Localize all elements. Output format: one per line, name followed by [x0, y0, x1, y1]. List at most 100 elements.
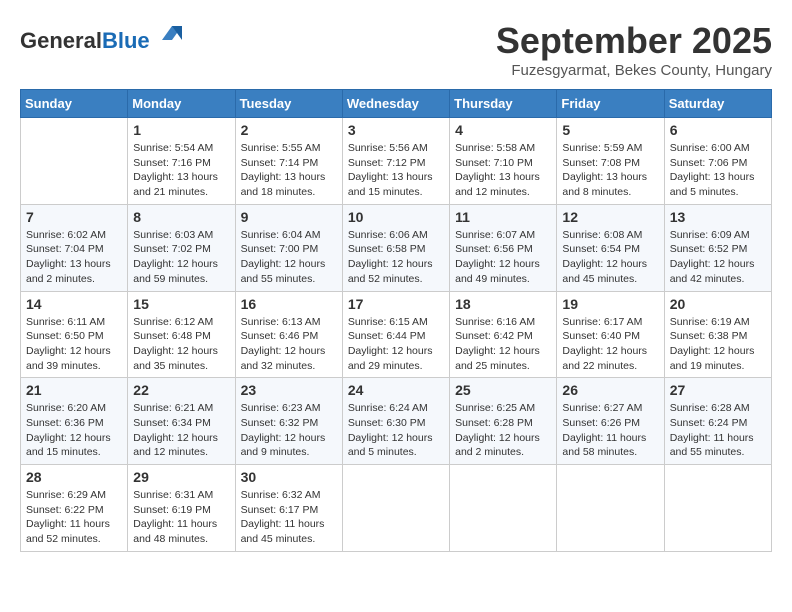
calendar-cell: [557, 465, 664, 552]
title-block: September 2025 Fuzesgyarmat, Bekes Count…: [496, 20, 772, 79]
calendar-cell: [664, 465, 771, 552]
day-info: Sunrise: 6:00 AMSunset: 7:06 PMDaylight:…: [670, 141, 766, 200]
logo-blue: Blue: [102, 28, 150, 53]
day-info: Sunrise: 6:13 AMSunset: 6:46 PMDaylight:…: [241, 315, 337, 374]
calendar-cell: 28 Sunrise: 6:29 AMSunset: 6:22 PMDayligh…: [21, 465, 128, 552]
calendar-cell: 10 Sunrise: 6:06 AMSunset: 6:58 PMDayligh…: [342, 204, 449, 291]
calendar-cell: 25 Sunrise: 6:25 AMSunset: 6:28 PMDayligh…: [450, 378, 557, 465]
day-number: 14: [26, 296, 122, 312]
day-info: Sunrise: 6:32 AMSunset: 6:17 PMDaylight:…: [241, 488, 337, 547]
page-header: GeneralBlue September 2025 Fuzesgyarmat,…: [20, 20, 772, 79]
day-info: Sunrise: 6:21 AMSunset: 6:34 PMDaylight:…: [133, 401, 229, 460]
day-number: 22: [133, 382, 229, 398]
day-info: Sunrise: 6:17 AMSunset: 6:40 PMDaylight:…: [562, 315, 658, 374]
header-wednesday: Wednesday: [342, 90, 449, 118]
day-info: Sunrise: 6:29 AMSunset: 6:22 PMDaylight:…: [26, 488, 122, 547]
day-number: 17: [348, 296, 444, 312]
day-number: 27: [670, 382, 766, 398]
day-info: Sunrise: 6:27 AMSunset: 6:26 PMDaylight:…: [562, 401, 658, 460]
day-info: Sunrise: 5:55 AMSunset: 7:14 PMDaylight:…: [241, 141, 337, 200]
logo-icon: [158, 20, 186, 48]
day-number: 16: [241, 296, 337, 312]
calendar-cell: 20 Sunrise: 6:19 AMSunset: 6:38 PMDayligh…: [664, 291, 771, 378]
calendar-cell: 6Sunrise: 6:00 AMSunset: 7:06 PMDaylight…: [664, 118, 771, 205]
calendar-cell: 24 Sunrise: 6:24 AMSunset: 6:30 PMDayligh…: [342, 378, 449, 465]
day-number: 3: [348, 122, 444, 138]
calendar-week-row: 14 Sunrise: 6:11 AMSunset: 6:50 PMDayligh…: [21, 291, 772, 378]
day-info: Sunrise: 6:03 AMSunset: 7:02 PMDaylight:…: [133, 228, 229, 287]
day-info: Sunrise: 5:54 AMSunset: 7:16 PMDaylight:…: [133, 141, 229, 200]
day-info: Sunrise: 6:02 AMSunset: 7:04 PMDaylight:…: [26, 228, 122, 287]
day-number: 25: [455, 382, 551, 398]
calendar-cell: 13Sunrise: 6:09 AMSunset: 6:52 PMDayligh…: [664, 204, 771, 291]
header-thursday: Thursday: [450, 90, 557, 118]
header-friday: Friday: [557, 90, 664, 118]
logo-general: General: [20, 28, 102, 53]
calendar-cell: [21, 118, 128, 205]
day-number: 21: [26, 382, 122, 398]
calendar-cell: 27 Sunrise: 6:28 AMSunset: 6:24 PMDayligh…: [664, 378, 771, 465]
day-number: 28: [26, 469, 122, 485]
header-saturday: Saturday: [664, 90, 771, 118]
day-number: 26: [562, 382, 658, 398]
day-number: 29: [133, 469, 229, 485]
day-number: 11: [455, 209, 551, 225]
calendar-cell: 19 Sunrise: 6:17 AMSunset: 6:40 PMDayligh…: [557, 291, 664, 378]
calendar-cell: 11 Sunrise: 6:07 AMSunset: 6:56 PMDayligh…: [450, 204, 557, 291]
day-number: 19: [562, 296, 658, 312]
calendar-week-row: 1 Sunrise: 5:54 AMSunset: 7:16 PMDaylight…: [21, 118, 772, 205]
day-number: 20: [670, 296, 766, 312]
calendar-cell: [450, 465, 557, 552]
header-monday: Monday: [128, 90, 235, 118]
calendar-cell: 26 Sunrise: 6:27 AMSunset: 6:26 PMDayligh…: [557, 378, 664, 465]
day-info: Sunrise: 6:04 AMSunset: 7:00 PMDaylight:…: [241, 228, 337, 287]
calendar-cell: 1 Sunrise: 5:54 AMSunset: 7:16 PMDaylight…: [128, 118, 235, 205]
calendar-cell: 17Sunrise: 6:15 AMSunset: 6:44 PMDayligh…: [342, 291, 449, 378]
day-number: 4: [455, 122, 551, 138]
day-number: 18: [455, 296, 551, 312]
day-number: 13: [670, 209, 766, 225]
calendar-cell: 4Sunrise: 5:58 AMSunset: 7:10 PMDaylight…: [450, 118, 557, 205]
day-info: Sunrise: 6:08 AMSunset: 6:54 PMDaylight:…: [562, 228, 658, 287]
day-number: 8: [133, 209, 229, 225]
calendar-cell: 18 Sunrise: 6:16 AMSunset: 6:42 PMDayligh…: [450, 291, 557, 378]
day-number: 1: [133, 122, 229, 138]
calendar-cell: 3Sunrise: 5:56 AMSunset: 7:12 PMDaylight…: [342, 118, 449, 205]
calendar-week-row: 7 Sunrise: 6:02 AMSunset: 7:04 PMDaylight…: [21, 204, 772, 291]
day-info: Sunrise: 6:28 AMSunset: 6:24 PMDaylight:…: [670, 401, 766, 460]
day-info: Sunrise: 6:06 AMSunset: 6:58 PMDaylight:…: [348, 228, 444, 287]
calendar-table: SundayMondayTuesdayWednesdayThursdayFrid…: [20, 89, 772, 552]
header-sunday: Sunday: [21, 90, 128, 118]
calendar-cell: 23 Sunrise: 6:23 AMSunset: 6:32 PMDayligh…: [235, 378, 342, 465]
day-number: 12: [562, 209, 658, 225]
day-number: 2: [241, 122, 337, 138]
day-number: 7: [26, 209, 122, 225]
calendar-week-row: 28 Sunrise: 6:29 AMSunset: 6:22 PMDayligh…: [21, 465, 772, 552]
day-info: Sunrise: 6:11 AMSunset: 6:50 PMDaylight:…: [26, 315, 122, 374]
day-info: Sunrise: 6:12 AMSunset: 6:48 PMDaylight:…: [133, 315, 229, 374]
day-info: Sunrise: 6:16 AMSunset: 6:42 PMDaylight:…: [455, 315, 551, 374]
calendar-cell: 5Sunrise: 5:59 AMSunset: 7:08 PMDaylight…: [557, 118, 664, 205]
day-info: Sunrise: 5:59 AMSunset: 7:08 PMDaylight:…: [562, 141, 658, 200]
calendar-header-row: SundayMondayTuesdayWednesdayThursdayFrid…: [21, 90, 772, 118]
day-info: Sunrise: 6:25 AMSunset: 6:28 PMDaylight:…: [455, 401, 551, 460]
day-info: Sunrise: 6:24 AMSunset: 6:30 PMDaylight:…: [348, 401, 444, 460]
day-number: 10: [348, 209, 444, 225]
calendar-cell: 29Sunrise: 6:31 AMSunset: 6:19 PMDayligh…: [128, 465, 235, 552]
calendar-cell: 14 Sunrise: 6:11 AMSunset: 6:50 PMDayligh…: [21, 291, 128, 378]
calendar-cell: 7 Sunrise: 6:02 AMSunset: 7:04 PMDaylight…: [21, 204, 128, 291]
day-info: Sunrise: 6:19 AMSunset: 6:38 PMDaylight:…: [670, 315, 766, 374]
day-number: 9: [241, 209, 337, 225]
calendar-cell: 16 Sunrise: 6:13 AMSunset: 6:46 PMDayligh…: [235, 291, 342, 378]
calendar-cell: 8 Sunrise: 6:03 AMSunset: 7:02 PMDaylight…: [128, 204, 235, 291]
header-tuesday: Tuesday: [235, 90, 342, 118]
day-number: 23: [241, 382, 337, 398]
calendar-cell: 12 Sunrise: 6:08 AMSunset: 6:54 PMDayligh…: [557, 204, 664, 291]
day-info: Sunrise: 6:23 AMSunset: 6:32 PMDaylight:…: [241, 401, 337, 460]
day-number: 24: [348, 382, 444, 398]
calendar-cell: 30Sunrise: 6:32 AMSunset: 6:17 PMDayligh…: [235, 465, 342, 552]
day-info: Sunrise: 6:07 AMSunset: 6:56 PMDaylight:…: [455, 228, 551, 287]
calendar-cell: 15Sunrise: 6:12 AMSunset: 6:48 PMDayligh…: [128, 291, 235, 378]
calendar-cell: [342, 465, 449, 552]
day-info: Sunrise: 6:20 AMSunset: 6:36 PMDaylight:…: [26, 401, 122, 460]
